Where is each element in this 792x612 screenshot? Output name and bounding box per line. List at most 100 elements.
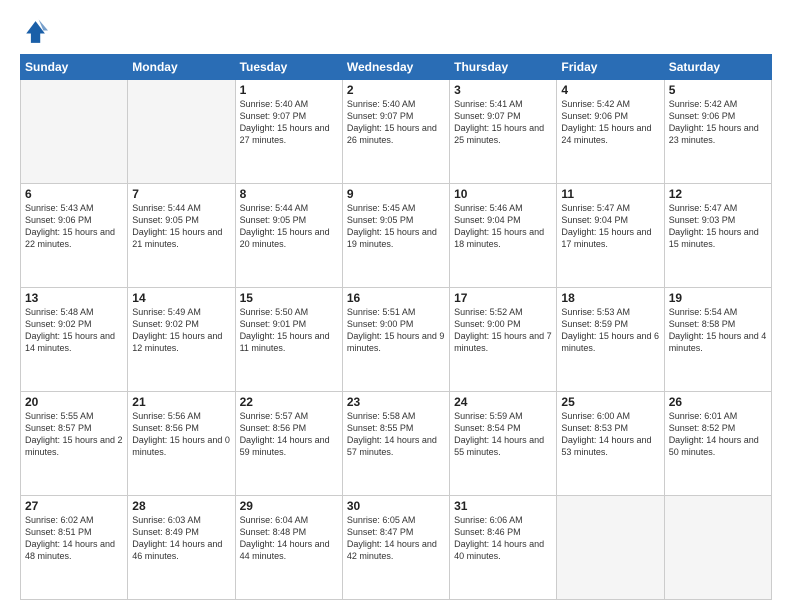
cell-details: Sunrise: 5:43 AMSunset: 9:06 PMDaylight:…	[25, 202, 123, 251]
day-number: 13	[25, 291, 123, 305]
cell-details: Sunrise: 5:50 AMSunset: 9:01 PMDaylight:…	[240, 306, 338, 355]
calendar-cell: 17Sunrise: 5:52 AMSunset: 9:00 PMDayligh…	[450, 288, 557, 392]
day-number: 29	[240, 499, 338, 513]
header	[20, 18, 772, 46]
cell-details: Sunrise: 5:52 AMSunset: 9:00 PMDaylight:…	[454, 306, 552, 355]
calendar-cell	[664, 496, 771, 600]
day-number: 2	[347, 83, 445, 97]
cell-details: Sunrise: 5:42 AMSunset: 9:06 PMDaylight:…	[561, 98, 659, 147]
calendar-cell: 3Sunrise: 5:41 AMSunset: 9:07 PMDaylight…	[450, 80, 557, 184]
logo-icon	[20, 18, 48, 46]
calendar-cell: 13Sunrise: 5:48 AMSunset: 9:02 PMDayligh…	[21, 288, 128, 392]
cell-details: Sunrise: 5:42 AMSunset: 9:06 PMDaylight:…	[669, 98, 767, 147]
calendar-cell: 22Sunrise: 5:57 AMSunset: 8:56 PMDayligh…	[235, 392, 342, 496]
calendar-cell: 16Sunrise: 5:51 AMSunset: 9:00 PMDayligh…	[342, 288, 449, 392]
calendar-cell: 29Sunrise: 6:04 AMSunset: 8:48 PMDayligh…	[235, 496, 342, 600]
day-number: 9	[347, 187, 445, 201]
week-row: 13Sunrise: 5:48 AMSunset: 9:02 PMDayligh…	[21, 288, 772, 392]
cell-details: Sunrise: 5:44 AMSunset: 9:05 PMDaylight:…	[132, 202, 230, 251]
day-number: 22	[240, 395, 338, 409]
day-number: 18	[561, 291, 659, 305]
week-row: 20Sunrise: 5:55 AMSunset: 8:57 PMDayligh…	[21, 392, 772, 496]
calendar-cell: 10Sunrise: 5:46 AMSunset: 9:04 PMDayligh…	[450, 184, 557, 288]
calendar-cell: 14Sunrise: 5:49 AMSunset: 9:02 PMDayligh…	[128, 288, 235, 392]
cell-details: Sunrise: 6:04 AMSunset: 8:48 PMDaylight:…	[240, 514, 338, 563]
day-number: 31	[454, 499, 552, 513]
cell-details: Sunrise: 6:06 AMSunset: 8:46 PMDaylight:…	[454, 514, 552, 563]
calendar-cell: 30Sunrise: 6:05 AMSunset: 8:47 PMDayligh…	[342, 496, 449, 600]
cell-details: Sunrise: 5:41 AMSunset: 9:07 PMDaylight:…	[454, 98, 552, 147]
day-number: 16	[347, 291, 445, 305]
day-number: 24	[454, 395, 552, 409]
day-number: 7	[132, 187, 230, 201]
cell-details: Sunrise: 5:40 AMSunset: 9:07 PMDaylight:…	[347, 98, 445, 147]
calendar-cell: 1Sunrise: 5:40 AMSunset: 9:07 PMDaylight…	[235, 80, 342, 184]
calendar-cell: 25Sunrise: 6:00 AMSunset: 8:53 PMDayligh…	[557, 392, 664, 496]
day-number: 20	[25, 395, 123, 409]
cell-details: Sunrise: 5:54 AMSunset: 8:58 PMDaylight:…	[669, 306, 767, 355]
calendar-cell: 28Sunrise: 6:03 AMSunset: 8:49 PMDayligh…	[128, 496, 235, 600]
calendar-cell: 7Sunrise: 5:44 AMSunset: 9:05 PMDaylight…	[128, 184, 235, 288]
calendar-cell: 9Sunrise: 5:45 AMSunset: 9:05 PMDaylight…	[342, 184, 449, 288]
calendar-day-header: Sunday	[21, 55, 128, 80]
cell-details: Sunrise: 5:46 AMSunset: 9:04 PMDaylight:…	[454, 202, 552, 251]
calendar-cell	[21, 80, 128, 184]
day-number: 12	[669, 187, 767, 201]
calendar-cell: 24Sunrise: 5:59 AMSunset: 8:54 PMDayligh…	[450, 392, 557, 496]
cell-details: Sunrise: 5:48 AMSunset: 9:02 PMDaylight:…	[25, 306, 123, 355]
calendar-cell: 15Sunrise: 5:50 AMSunset: 9:01 PMDayligh…	[235, 288, 342, 392]
day-number: 5	[669, 83, 767, 97]
day-number: 19	[669, 291, 767, 305]
cell-details: Sunrise: 5:44 AMSunset: 9:05 PMDaylight:…	[240, 202, 338, 251]
calendar-cell	[128, 80, 235, 184]
calendar-day-header: Wednesday	[342, 55, 449, 80]
day-number: 1	[240, 83, 338, 97]
cell-details: Sunrise: 6:05 AMSunset: 8:47 PMDaylight:…	[347, 514, 445, 563]
calendar-cell: 31Sunrise: 6:06 AMSunset: 8:46 PMDayligh…	[450, 496, 557, 600]
day-number: 11	[561, 187, 659, 201]
day-number: 14	[132, 291, 230, 305]
day-number: 4	[561, 83, 659, 97]
calendar-cell: 18Sunrise: 5:53 AMSunset: 8:59 PMDayligh…	[557, 288, 664, 392]
cell-details: Sunrise: 5:40 AMSunset: 9:07 PMDaylight:…	[240, 98, 338, 147]
calendar-cell: 11Sunrise: 5:47 AMSunset: 9:04 PMDayligh…	[557, 184, 664, 288]
calendar-cell: 12Sunrise: 5:47 AMSunset: 9:03 PMDayligh…	[664, 184, 771, 288]
cell-details: Sunrise: 5:49 AMSunset: 9:02 PMDaylight:…	[132, 306, 230, 355]
calendar-cell: 19Sunrise: 5:54 AMSunset: 8:58 PMDayligh…	[664, 288, 771, 392]
logo	[20, 18, 52, 46]
cell-details: Sunrise: 6:00 AMSunset: 8:53 PMDaylight:…	[561, 410, 659, 459]
calendar-cell: 5Sunrise: 5:42 AMSunset: 9:06 PMDaylight…	[664, 80, 771, 184]
calendar-cell: 20Sunrise: 5:55 AMSunset: 8:57 PMDayligh…	[21, 392, 128, 496]
cell-details: Sunrise: 5:57 AMSunset: 8:56 PMDaylight:…	[240, 410, 338, 459]
calendar-cell: 27Sunrise: 6:02 AMSunset: 8:51 PMDayligh…	[21, 496, 128, 600]
day-number: 15	[240, 291, 338, 305]
calendar-cell: 8Sunrise: 5:44 AMSunset: 9:05 PMDaylight…	[235, 184, 342, 288]
day-number: 21	[132, 395, 230, 409]
week-row: 27Sunrise: 6:02 AMSunset: 8:51 PMDayligh…	[21, 496, 772, 600]
day-number: 26	[669, 395, 767, 409]
day-number: 3	[454, 83, 552, 97]
page: SundayMondayTuesdayWednesdayThursdayFrid…	[0, 0, 792, 612]
cell-details: Sunrise: 5:55 AMSunset: 8:57 PMDaylight:…	[25, 410, 123, 459]
day-number: 10	[454, 187, 552, 201]
day-number: 6	[25, 187, 123, 201]
calendar-cell: 4Sunrise: 5:42 AMSunset: 9:06 PMDaylight…	[557, 80, 664, 184]
day-number: 28	[132, 499, 230, 513]
calendar-day-header: Tuesday	[235, 55, 342, 80]
calendar-table: SundayMondayTuesdayWednesdayThursdayFrid…	[20, 54, 772, 600]
cell-details: Sunrise: 5:53 AMSunset: 8:59 PMDaylight:…	[561, 306, 659, 355]
calendar-cell: 23Sunrise: 5:58 AMSunset: 8:55 PMDayligh…	[342, 392, 449, 496]
calendar-cell	[557, 496, 664, 600]
cell-details: Sunrise: 5:45 AMSunset: 9:05 PMDaylight:…	[347, 202, 445, 251]
cell-details: Sunrise: 5:51 AMSunset: 9:00 PMDaylight:…	[347, 306, 445, 355]
calendar-header-row: SundayMondayTuesdayWednesdayThursdayFrid…	[21, 55, 772, 80]
calendar-cell: 6Sunrise: 5:43 AMSunset: 9:06 PMDaylight…	[21, 184, 128, 288]
calendar-cell: 21Sunrise: 5:56 AMSunset: 8:56 PMDayligh…	[128, 392, 235, 496]
day-number: 23	[347, 395, 445, 409]
week-row: 6Sunrise: 5:43 AMSunset: 9:06 PMDaylight…	[21, 184, 772, 288]
cell-details: Sunrise: 6:01 AMSunset: 8:52 PMDaylight:…	[669, 410, 767, 459]
week-row: 1Sunrise: 5:40 AMSunset: 9:07 PMDaylight…	[21, 80, 772, 184]
calendar-cell: 26Sunrise: 6:01 AMSunset: 8:52 PMDayligh…	[664, 392, 771, 496]
day-number: 27	[25, 499, 123, 513]
calendar-cell: 2Sunrise: 5:40 AMSunset: 9:07 PMDaylight…	[342, 80, 449, 184]
